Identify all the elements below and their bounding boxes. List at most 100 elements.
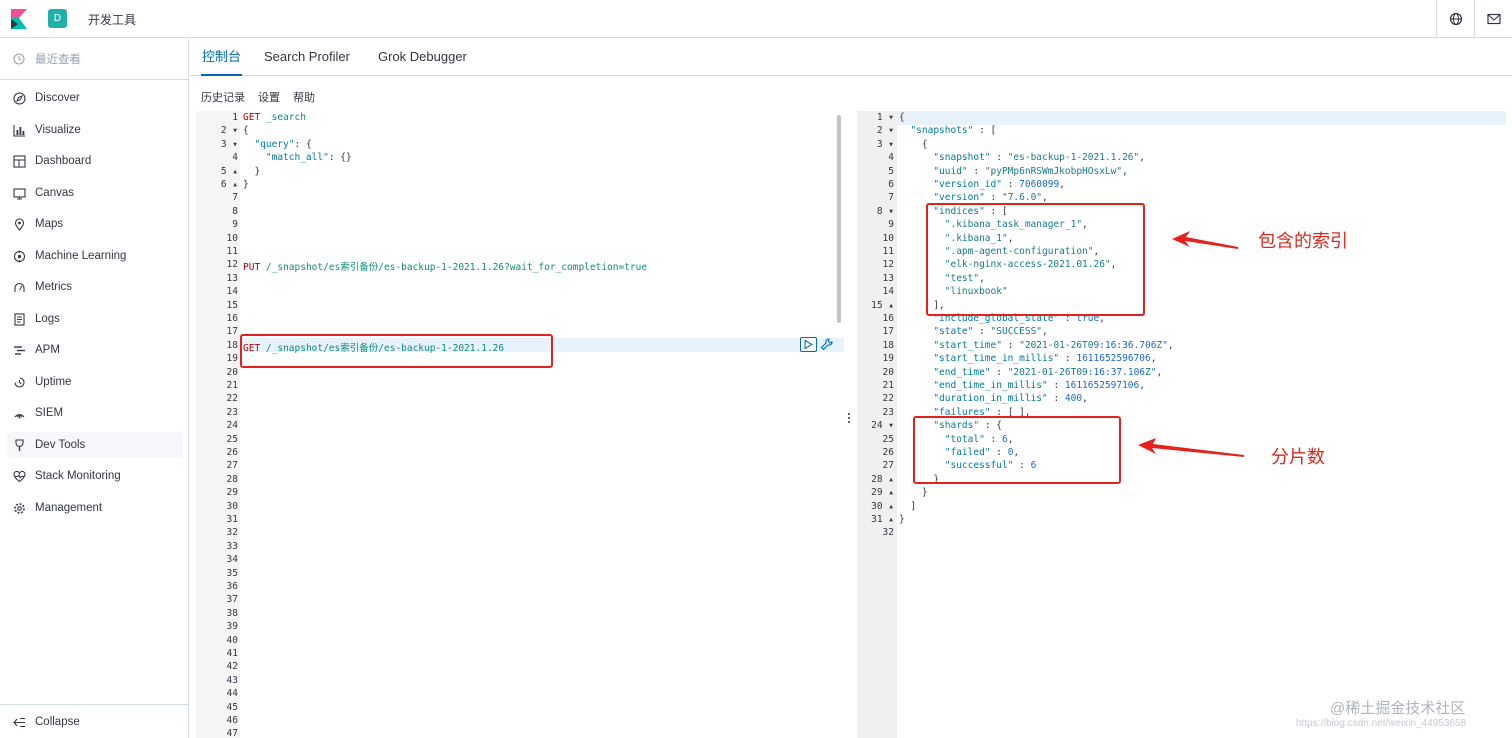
gear-icon <box>12 501 26 515</box>
line-number: 40 <box>226 634 238 646</box>
machine-learning-icon <box>12 249 26 263</box>
play-icon <box>804 340 813 349</box>
code-line: "state" : "SUCCESS", <box>933 326 1048 338</box>
help-button[interactable] <box>1436 0 1474 38</box>
sidebar-item-metrics[interactable]: Metrics <box>7 274 183 300</box>
sidebar-item-label: Dashboard <box>35 155 92 167</box>
drag-handle-icon <box>848 413 850 423</box>
line-number: 28 <box>226 473 238 485</box>
line-number: 27 <box>882 460 894 472</box>
line-number: 7 <box>232 192 238 204</box>
sidebar-item-apm[interactable]: APM <box>7 337 183 363</box>
line-number: 13 <box>226 272 238 284</box>
help-link[interactable]: 帮助 <box>293 89 315 105</box>
line-number: 42 <box>226 661 238 673</box>
line-number: 26 <box>226 447 238 458</box>
logs-icon <box>12 312 26 326</box>
sidebar-item-label: Visualize <box>35 124 81 136</box>
send-request-button[interactable] <box>800 337 817 352</box>
sidebar-item-discover[interactable]: Discover <box>7 85 183 111</box>
sidebar-item-label: Uptime <box>35 376 72 388</box>
response-gutter: 1 ▾ 2 ▾ 3 ▾ 4 5 6 7 8 ▾ 9 10 11 12 13 14 15 … <box>857 111 897 738</box>
recently-viewed[interactable]: 最近查看 <box>7 46 183 72</box>
sidebar-item-label: Metrics <box>35 281 73 293</box>
line-number: 47 <box>226 728 238 738</box>
line-number: 24 <box>226 420 238 432</box>
sidebar-item-dashboard[interactable]: Dashboard <box>7 148 183 174</box>
line-number: 29 ▴ <box>871 487 894 499</box>
sidebar-item-canvas[interactable]: Canvas <box>7 180 183 206</box>
line-number: 46 <box>226 715 238 726</box>
annotation-arrow-shards <box>1138 438 1244 457</box>
request-options-button[interactable] <box>819 337 834 352</box>
settings-link[interactable]: 设置 <box>258 89 280 105</box>
line-number: 38 <box>226 607 238 619</box>
line-number: 9 <box>888 219 894 231</box>
line-number: 14 <box>226 286 238 298</box>
tab-search-profiler[interactable]: Search Profiler <box>264 39 350 76</box>
line-number: 7 <box>888 192 894 204</box>
kibana-logo-icon[interactable] <box>11 9 27 29</box>
collapse-left-icon <box>12 715 26 729</box>
request-editor[interactable]: 1 2 ▾ 3 ▾ 4 5 ▴ 6 ▴ 7 8 9 10 11 12 13 14 15 … <box>196 111 844 738</box>
sidebar-item-uptime[interactable]: Uptime <box>7 369 183 395</box>
line-number: 16 <box>882 313 894 324</box>
line-number: 44 <box>226 688 238 700</box>
space-avatar[interactable]: D <box>48 9 67 28</box>
request-gutter: 1 2 ▾ 3 ▾ 4 5 ▴ 6 ▴ 7 8 9 10 11 12 13 14 15 … <box>196 111 240 738</box>
line-number: 39 <box>226 621 238 633</box>
sidebar-item-machine-learning[interactable]: Machine Learning <box>7 243 183 269</box>
apm-icon <box>12 343 26 357</box>
line-number: 20 <box>226 366 238 378</box>
code-line: "duration_in_millis" : 400, <box>933 393 1088 405</box>
sidebar-item-label: Machine Learning <box>35 250 127 262</box>
line-number: 19 <box>226 353 238 365</box>
sidebar-item-label: Discover <box>35 92 80 104</box>
request-scrollbar[interactable] <box>837 115 841 323</box>
page-title: 开发工具 <box>88 13 137 27</box>
help-globe-icon <box>1449 12 1462 26</box>
tab-grok-debugger[interactable]: Grok Debugger <box>378 39 467 76</box>
sidebar-item-label: APM <box>35 344 60 356</box>
sidebar-item-stack-monitoring[interactable]: Stack Monitoring <box>7 463 183 489</box>
sidebar-item-maps[interactable]: Maps <box>7 211 183 237</box>
stack-monitoring-icon <box>12 469 26 483</box>
annotation-box-shards <box>913 416 1121 484</box>
line-number: 15 <box>226 299 238 311</box>
line-number: 24 ▾ <box>871 420 894 432</box>
line-number: 19 <box>882 353 894 365</box>
line-number: 31 <box>226 514 238 525</box>
sidebar-item-management[interactable]: Management <box>7 495 183 521</box>
line-number: 43 <box>226 674 238 686</box>
code-line: } <box>243 179 249 190</box>
line-number: 3 ▾ <box>220 138 238 150</box>
sidebar-item-dev-tools[interactable]: Dev Tools <box>7 432 183 458</box>
code-line: GET _search <box>243 112 306 123</box>
code-line: "query": { <box>254 138 312 150</box>
sidebar-item-siem[interactable]: SIEM <box>7 400 183 426</box>
sidebar-item-visualize[interactable]: Visualize <box>7 117 183 143</box>
pane-resizer[interactable] <box>846 410 852 426</box>
line-number: 29 <box>226 487 238 499</box>
newsfeed-button[interactable] <box>1474 0 1512 38</box>
active-line-highlight <box>897 111 1506 125</box>
visualize-icon <box>12 123 26 137</box>
watermark-url: https://blog.csdn.net/weixin_44953658 <box>1296 718 1467 729</box>
history-link[interactable]: 历史记录 <box>201 89 245 105</box>
annotation-box-request <box>240 334 553 368</box>
line-number: 17 <box>882 326 894 338</box>
line-number: 30 <box>226 500 238 512</box>
code-line: { <box>243 125 249 137</box>
annotation-box-indices <box>926 203 1145 316</box>
collapse-nav-button[interactable]: Collapse <box>7 709 183 735</box>
line-number: 30 ▴ <box>871 500 894 512</box>
collapse-label: Collapse <box>35 716 80 728</box>
line-number: 6 <box>888 179 894 190</box>
line-number: 41 <box>226 648 238 659</box>
sidebar-item-label: Logs <box>35 313 60 325</box>
line-number: 3 ▾ <box>876 138 894 150</box>
code-line: { <box>899 138 928 150</box>
tab-console[interactable]: 控制台 <box>201 39 243 76</box>
line-number: 1 <box>232 112 238 123</box>
sidebar-item-logs[interactable]: Logs <box>7 306 183 332</box>
